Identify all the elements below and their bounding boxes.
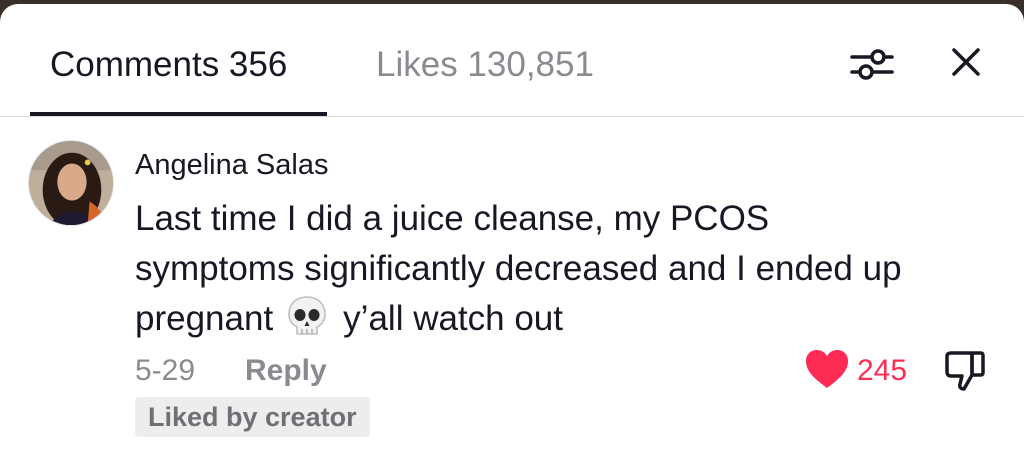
comment-line-2: symptoms significantly decreased and I e… — [135, 249, 902, 288]
reply-button[interactable]: Reply — [245, 351, 327, 391]
comment-username[interactable]: Angelina Salas — [135, 147, 328, 183]
active-tab-indicator — [30, 112, 327, 116]
comment-line-1: Last time I did a juice cleanse, my PCOS — [135, 199, 770, 238]
close-icon[interactable] — [946, 42, 986, 82]
comment-line-3-end: y’all watch out — [343, 299, 563, 338]
comment-text: Last time I did a juice cleanse, my PCOS… — [135, 194, 1015, 344]
thumbs-down-icon[interactable] — [942, 348, 988, 394]
avatar[interactable] — [28, 140, 114, 226]
tab-comments[interactable]: Comments 356 — [50, 44, 287, 86]
heart-icon[interactable] — [804, 348, 850, 390]
like-count: 245 — [857, 354, 908, 387]
tabs-bar: Comments 356 Likes 130,851 — [0, 4, 1024, 117]
liked-by-creator-badge: Liked by creator — [135, 397, 370, 437]
comments-sheet: Comments 356 Likes 130,851 Angelina Sala… — [0, 4, 1024, 467]
comment-date: 5-29 — [135, 354, 196, 387]
tab-likes[interactable]: Likes 130,851 — [376, 44, 594, 86]
comment-line-3: pregnant y’all watch out — [135, 294, 1015, 344]
skull-icon — [288, 296, 326, 335]
comment-line-3-start: pregnant — [135, 299, 274, 338]
sliders-icon[interactable] — [848, 44, 896, 84]
